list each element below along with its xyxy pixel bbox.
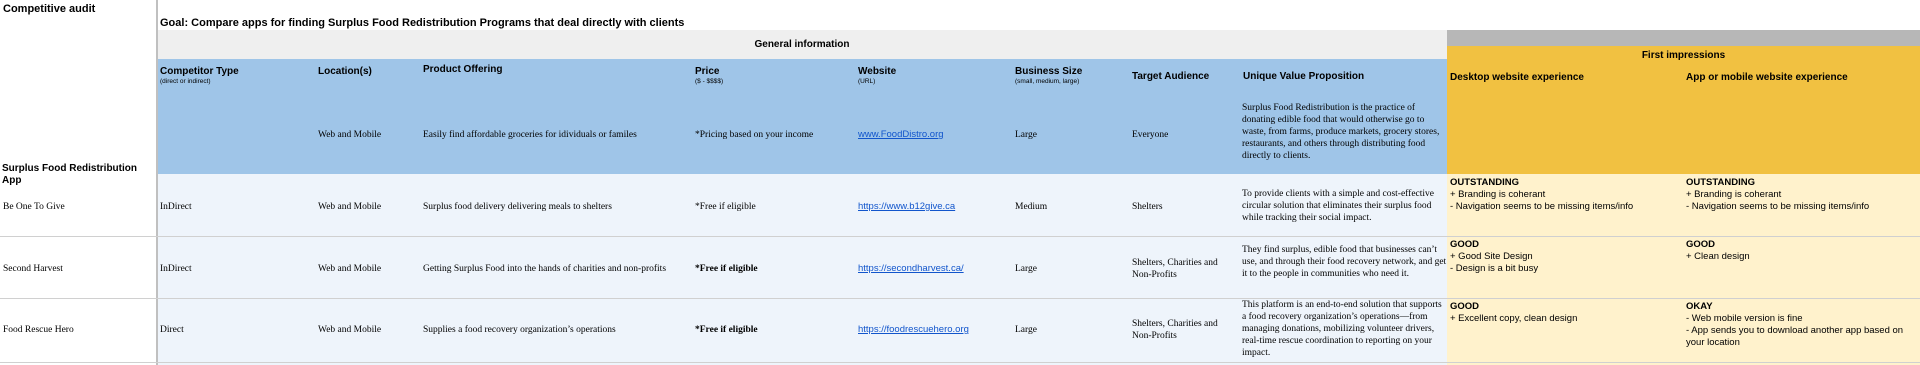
- row-2-website-link[interactable]: https://secondharvest.ca/: [858, 263, 964, 274]
- goal-title: Goal: Compare apps for finding Surplus F…: [160, 17, 685, 29]
- col-header-price: Price ($ - $$$$): [695, 66, 845, 86]
- row-2-location: Web and Mobile: [318, 264, 382, 274]
- group-first-impressions: First impressions: [1641, 50, 1726, 61]
- row-1-desktop-note: - Navigation seems to be missing items/i…: [1450, 201, 1634, 212]
- col-header-website: Website (URL): [858, 66, 1008, 86]
- row-3-website-link[interactable]: https://foodrescuehero.org: [858, 324, 969, 335]
- row-1-desktop-note: + Branding is coherant: [1450, 189, 1546, 200]
- own-app-website-link[interactable]: www.FoodDistro.org: [858, 129, 944, 140]
- own-app-offering: Easily find affordable groceries for idi…: [423, 130, 637, 140]
- row-2-desktop-note: - Design is a bit busy: [1450, 263, 1539, 274]
- row-2-mobile: GOOD + Clean design: [1686, 239, 1916, 263]
- row-1-mobile-rating: OUTSTANDING: [1686, 177, 1755, 188]
- row-1-website-link[interactable]: https://www.b12give.ca: [858, 201, 955, 212]
- row-2-size: Large: [1015, 264, 1037, 274]
- row-2-offering: Getting Surplus Food into the hands of c…: [423, 264, 667, 274]
- row-3-desktop-note: + Excellent copy, clean design: [1450, 313, 1578, 324]
- row-3-mobile-note: - Web mobile version is fine: [1686, 313, 1803, 324]
- col-header-mobile-experience: App or mobile website experience: [1686, 72, 1848, 83]
- row-2-type: InDirect: [160, 264, 192, 274]
- col-header-unique-value-proposition: Unique Value Proposition: [1243, 71, 1365, 82]
- col-header-business-size: Business Size (small, medium, large): [1015, 66, 1125, 86]
- group-general-information: General information: [754, 39, 850, 50]
- col-header-target-audience: Target Audience: [1132, 71, 1210, 82]
- row-1-desktop-rating: OUTSTANDING: [1450, 177, 1519, 188]
- row-3-uvp: This platform is an end-to-end solution …: [1242, 300, 1442, 358]
- row-1-price: *Free if eligible: [695, 202, 756, 212]
- row-3-mobile-rating: OKAY: [1686, 301, 1713, 312]
- row-1-mobile: OUTSTANDING + Branding is coherant - Nav…: [1686, 177, 1916, 213]
- row-2-desktop: GOOD + Good Site Design - Design is a bi…: [1450, 239, 1680, 275]
- row-1-audience: Shelters: [1132, 202, 1163, 212]
- row-divider: [0, 236, 1920, 237]
- row-2-price: *Free if eligible: [695, 264, 758, 274]
- dark-grey-strip: [1447, 30, 1920, 46]
- row-3-size: Large: [1015, 325, 1037, 335]
- row-2-name: Second Harvest: [3, 264, 63, 274]
- col-sub-price: ($ - $$$$): [695, 78, 724, 85]
- row-3-type: Direct: [160, 325, 184, 335]
- row-3-offering: Supplies a food recovery organization’s …: [423, 325, 616, 335]
- own-app-audience: Everyone: [1132, 130, 1169, 140]
- col-header-desktop-experience: Desktop website experience: [1450, 72, 1584, 83]
- own-app-size: Large: [1015, 130, 1037, 140]
- row-1-desktop: OUTSTANDING + Branding is coherant - Nav…: [1450, 177, 1680, 213]
- own-app-price: *Pricing based on your income: [695, 130, 814, 140]
- row-2-desktop-note: + Good Site Design: [1450, 251, 1533, 262]
- gold-header-band: [1447, 46, 1920, 174]
- col-header-locations: Location(s): [318, 66, 372, 77]
- col-sub-website: (URL): [858, 78, 876, 85]
- row-1-offering: Surplus food delivery delivering meals t…: [423, 202, 612, 212]
- own-app-location: Web and Mobile: [318, 130, 382, 140]
- row-1-location: Web and Mobile: [318, 202, 382, 212]
- col-sub-business-size: (small, medium, large): [1015, 78, 1080, 85]
- row-2-desktop-rating: GOOD: [1450, 239, 1480, 250]
- row-3-name: Food Rescue Hero: [3, 325, 74, 335]
- col-header-product-offering: Product Offering: [423, 64, 503, 75]
- sheet-title: Competitive audit: [3, 3, 96, 15]
- row-divider: [0, 298, 1920, 299]
- row-1-uvp: To provide clients with a simple and cos…: [1242, 189, 1435, 223]
- row-3-location: Web and Mobile: [318, 325, 382, 335]
- row-2-mobile-rating: GOOD: [1686, 239, 1716, 250]
- row-1-name: Be One To Give: [3, 202, 65, 212]
- row-3-mobile: OKAY - Web mobile version is fine - App …: [1686, 301, 1916, 349]
- col-header-competitor-type: Competitor Type (direct or indirect): [160, 66, 310, 86]
- own-app-label: Surplus Food Redistribution App: [2, 163, 137, 186]
- row-2-audience: Shelters, Charities and Non-Profits: [1132, 258, 1218, 280]
- row-3-audience: Shelters, Charities and Non-Profits: [1132, 319, 1218, 341]
- row-1-type: InDirect: [160, 202, 192, 212]
- col-sub-competitor-type: (direct or indirect): [160, 78, 211, 85]
- row-1-size: Medium: [1015, 202, 1048, 212]
- row-3-price: *Free if eligible: [695, 325, 758, 335]
- own-app-uvp: Surplus Food Redistribution is the pract…: [1242, 103, 1440, 161]
- row-3-desktop-rating: GOOD: [1450, 301, 1480, 312]
- row-divider: [0, 362, 1920, 363]
- row-3-mobile-note: - App sends you to download another app …: [1686, 325, 1904, 348]
- row-1-mobile-note: - Navigation seems to be missing items/i…: [1686, 201, 1870, 212]
- row-3-desktop: GOOD + Excellent copy, clean design: [1450, 301, 1680, 325]
- row-2-uvp: They find surplus, edible food that busi…: [1242, 245, 1447, 279]
- row-2-mobile-note: + Clean design: [1686, 251, 1750, 262]
- row-1-mobile-note: + Branding is coherant: [1686, 189, 1782, 200]
